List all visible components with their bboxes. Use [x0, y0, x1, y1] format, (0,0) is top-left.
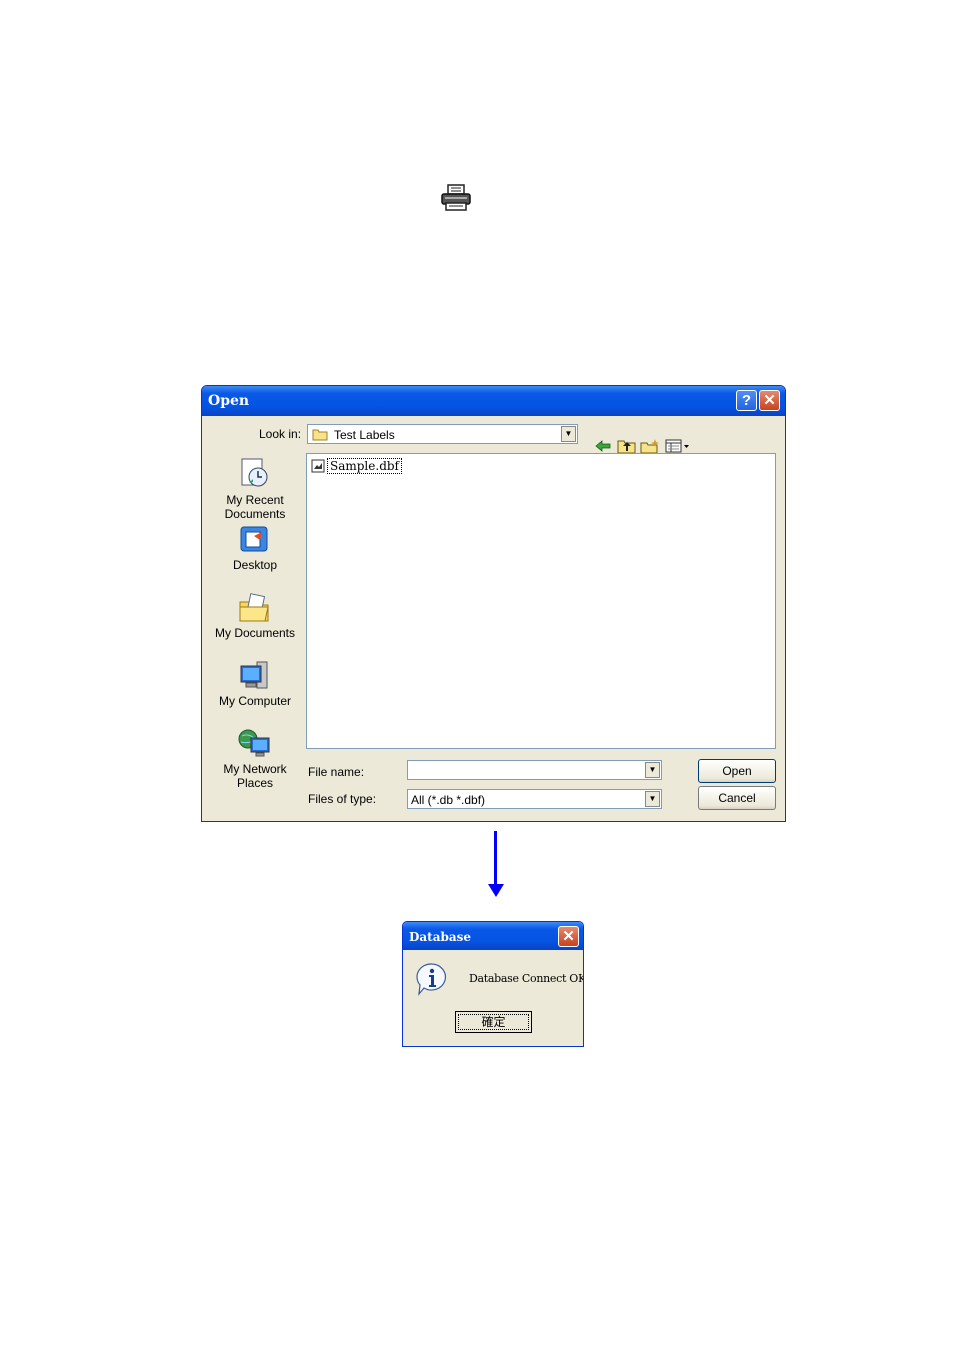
- up-folder-icon[interactable]: [617, 438, 637, 454]
- places-my-documents[interactable]: My Documents: [210, 592, 300, 640]
- file-name-input[interactable]: ▼: [407, 760, 662, 780]
- cancel-button[interactable]: Cancel: [698, 786, 776, 810]
- places-desktop[interactable]: Desktop: [210, 524, 300, 572]
- places-label-line2: Places: [236, 776, 274, 790]
- file-name-label: File name:: [308, 765, 365, 779]
- database-dialog-titlebar[interactable]: Database ✕: [403, 922, 583, 950]
- info-icon: [416, 963, 447, 996]
- printer-icon[interactable]: [440, 184, 472, 212]
- file-type-label: Files of type:: [308, 792, 377, 806]
- places-my-recent-documents[interactable]: My Recent Documents: [210, 455, 300, 521]
- file-type-value: All (*.db *.dbf): [411, 793, 486, 807]
- chevron-down-icon[interactable]: ▼: [561, 426, 576, 442]
- my-documents-icon: [239, 593, 269, 622]
- chevron-down-icon[interactable]: ▼: [645, 762, 660, 778]
- chevron-down-icon[interactable]: ▼: [645, 791, 660, 807]
- open-dialog-titlebar[interactable]: Open ? ✕: [202, 386, 785, 416]
- close-button[interactable]: ✕: [558, 926, 579, 947]
- file-list[interactable]: Sample.dbf: [306, 453, 776, 749]
- places-label-line2: Documents: [224, 507, 286, 521]
- open-dialog-title: Open: [208, 393, 250, 409]
- recent-documents-icon: [241, 458, 268, 487]
- my-network-places-icon: [238, 729, 270, 757]
- look-in-dropdown[interactable]: Test Labels ▼: [307, 424, 578, 444]
- database-dialog-title: Database: [409, 930, 472, 944]
- flow-arrow-head: [488, 884, 504, 897]
- ok-button[interactable]: 確定: [455, 1011, 532, 1033]
- folder-icon: [312, 429, 328, 441]
- look-in-value: Test Labels: [334, 428, 395, 442]
- places-label: My Documents: [214, 626, 296, 640]
- places-my-computer[interactable]: My Computer: [210, 660, 300, 708]
- open-button[interactable]: Open: [698, 759, 776, 783]
- places-label: Desktop: [232, 558, 278, 572]
- file-type-dropdown[interactable]: All (*.db *.dbf) ▼: [407, 789, 662, 809]
- help-button[interactable]: ?: [736, 390, 757, 411]
- file-name: Sample.dbf: [327, 458, 402, 474]
- places-my-network-places[interactable]: My Network Places: [210, 728, 300, 790]
- my-computer-icon: [240, 661, 268, 689]
- database-message: Database Connect OK: [469, 972, 584, 985]
- desktop-icon: [240, 526, 268, 552]
- look-in-label: Look in:: [259, 427, 302, 441]
- back-arrow-icon[interactable]: [594, 438, 614, 454]
- places-label-line1: My Network: [223, 762, 287, 776]
- close-button[interactable]: ✕: [759, 390, 780, 411]
- view-menu-icon[interactable]: [665, 438, 691, 454]
- places-label: My Computer: [218, 694, 292, 708]
- places-label-line1: My Recent: [226, 493, 284, 507]
- flow-arrow-line: [494, 831, 497, 886]
- new-folder-icon[interactable]: [640, 438, 660, 454]
- ok-button-label: 確定: [458, 1014, 529, 1030]
- file-icon: [311, 459, 325, 473]
- database-dialog: Database ✕ Database Connect OK 確定: [402, 921, 584, 1047]
